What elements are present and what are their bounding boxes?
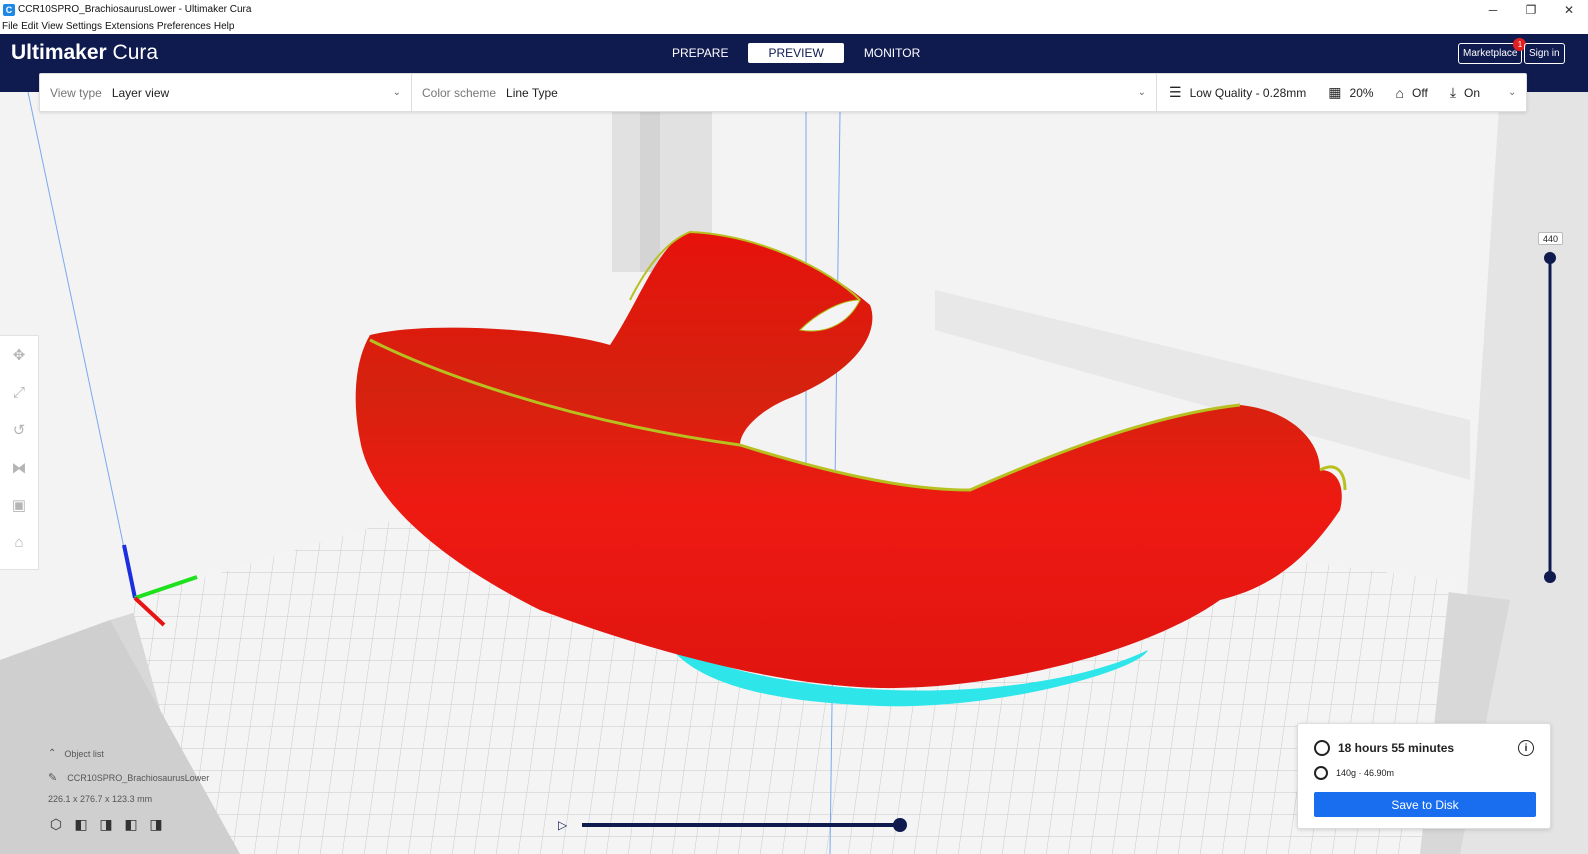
minimize-button[interactable]: ─ [1474, 0, 1512, 19]
tool-panel: ✥ ⤢ ↺ ⧓ ▣ ⌂ [0, 335, 39, 570]
move-icon[interactable]: ✥ [7, 344, 31, 367]
cura-app-icon: C [3, 3, 15, 16]
camera-view-buttons: ⬡ ◧ ◨ ◧ ◨ [48, 816, 209, 832]
sign-in-label: Sign in [1529, 48, 1560, 59]
play-icon[interactable]: ▷ [558, 818, 567, 832]
tab-monitor[interactable]: MONITOR [844, 43, 940, 63]
material-usage: 140g · 46.90m [1336, 768, 1395, 778]
print-info-panel: 18 hours 55 minutes i 140g · 46.90m Save… [1297, 723, 1551, 829]
per-model-settings-icon[interactable]: ▣ [7, 494, 31, 517]
layer-slider-bottom-handle[interactable] [1544, 571, 1556, 583]
marketplace-button[interactable]: Marketplace 1 [1458, 38, 1527, 64]
chevron-up-icon: ⌃ [48, 748, 57, 759]
path-slider-handle[interactable] [893, 818, 907, 832]
infill-setting: ▦ 20% [1328, 84, 1373, 101]
color-scheme-label: Color scheme [422, 85, 497, 100]
window-title: CCR10SPRO_BrachiosaurusLower - Ultimaker… [18, 4, 252, 15]
quality-setting: ☰ Low Quality - 0.28mm [1169, 84, 1306, 101]
brand-light: Cura [106, 41, 159, 64]
view-type-value: Layer view [111, 85, 170, 100]
chevron-down-icon: ⌄ [392, 87, 401, 98]
marketplace-label: Marketplace [1463, 48, 1518, 59]
rotate-icon[interactable]: ↺ [7, 419, 31, 442]
tab-preview[interactable]: PREVIEW [748, 43, 844, 63]
right-view-icon[interactable]: ◨ [148, 816, 164, 832]
layer-number-badge[interactable]: 440 [1538, 232, 1563, 245]
quality-value: Low Quality - 0.28mm [1189, 85, 1307, 100]
color-scheme-value: Line Type [506, 85, 558, 100]
print-time: 18 hours 55 minutes [1338, 741, 1455, 755]
object-list-item[interactable]: ✎ CCR10SPRO_BrachiosaurusLower [48, 771, 209, 784]
view-toolbar: View type Layer view ⌄ Color scheme Line… [39, 73, 1527, 112]
sliders-icon: ☰ [1169, 84, 1182, 100]
top-view-icon[interactable]: ◨ [98, 816, 114, 832]
support-icon: ⌂ [1395, 84, 1405, 101]
object-list-panel: ⌃ Object list ✎ CCR10SPRO_BrachiosaurusL… [48, 748, 209, 832]
adhesion-icon: ⤓ [1449, 84, 1457, 100]
front-view-icon[interactable]: ◧ [73, 816, 89, 832]
print-settings-button[interactable]: ☰ Low Quality - 0.28mm ▦ 20% ⌂ Off ⤓ On … [1157, 74, 1526, 111]
view-type-dropdown[interactable]: View type Layer view ⌄ [40, 74, 412, 111]
sign-in-button[interactable]: Sign in [1524, 43, 1565, 64]
object-name: CCR10SPRO_BrachiosaurusLower [67, 772, 210, 783]
menu-preferences[interactable]: Preferences [157, 21, 211, 32]
menu-file[interactable]: File [2, 21, 18, 32]
left-view-icon[interactable]: ◧ [123, 816, 139, 832]
brand-bold: Ultimaker [11, 41, 107, 64]
brand-logo: Ultimaker Cura [11, 41, 158, 65]
stage-tabs: PREPARE PREVIEW MONITOR [652, 43, 940, 63]
object-list-title: Object list [64, 748, 104, 759]
menu-help[interactable]: Help [214, 21, 235, 32]
close-button[interactable]: ✕ [1550, 0, 1588, 19]
view-type-label: View type [50, 85, 102, 100]
menu-edit[interactable]: Edit [21, 21, 38, 32]
object-list-toggle[interactable]: ⌃ Object list [48, 748, 209, 759]
support-blocker-icon[interactable]: ⌂ [7, 532, 31, 555]
spool-icon [1314, 766, 1328, 780]
infill-icon: ▦ [1328, 84, 1342, 100]
chevron-down-icon: ⌄ [1508, 87, 1517, 98]
menu-extensions[interactable]: Extensions [105, 21, 154, 32]
adhesion-value: On [1464, 85, 1481, 100]
restore-button[interactable]: ❐ [1512, 0, 1550, 19]
tab-prepare[interactable]: PREPARE [652, 43, 748, 63]
object-dimensions: 226.1 x 276.7 x 123.3 mm [48, 794, 153, 804]
clock-icon [1314, 740, 1330, 756]
infill-value: 20% [1349, 85, 1374, 100]
pencil-icon: ✎ [48, 772, 58, 784]
material-row: 140g · 46.90m [1314, 766, 1394, 780]
adhesion-setting: ⤓ On [1450, 84, 1480, 101]
menu-bar: File Edit View Settings Extensions Prefe… [0, 19, 1588, 34]
support-setting: ⌂ Off [1396, 85, 1428, 101]
menu-settings[interactable]: Settings [66, 21, 102, 32]
layer-slider-top-handle[interactable] [1544, 252, 1556, 264]
window-controls: ─ ❐ ✕ [1474, 0, 1588, 19]
info-icon[interactable]: i [1518, 740, 1534, 756]
color-scheme-dropdown[interactable]: Color scheme Line Type ⌄ [412, 74, 1157, 111]
support-value: Off [1412, 85, 1428, 100]
chevron-down-icon: ⌄ [1137, 87, 1146, 98]
print-time-row: 18 hours 55 minutes [1314, 740, 1454, 756]
scale-icon[interactable]: ⤢ [7, 382, 31, 405]
mirror-icon[interactable]: ⧓ [7, 457, 31, 480]
3d-view-icon[interactable]: ⬡ [48, 816, 64, 832]
window-titlebar: C CCR10SPRO_BrachiosaurusLower - Ultimak… [0, 0, 1588, 19]
save-to-disk-button[interactable]: Save to Disk [1314, 792, 1536, 817]
menu-view[interactable]: View [41, 21, 63, 32]
